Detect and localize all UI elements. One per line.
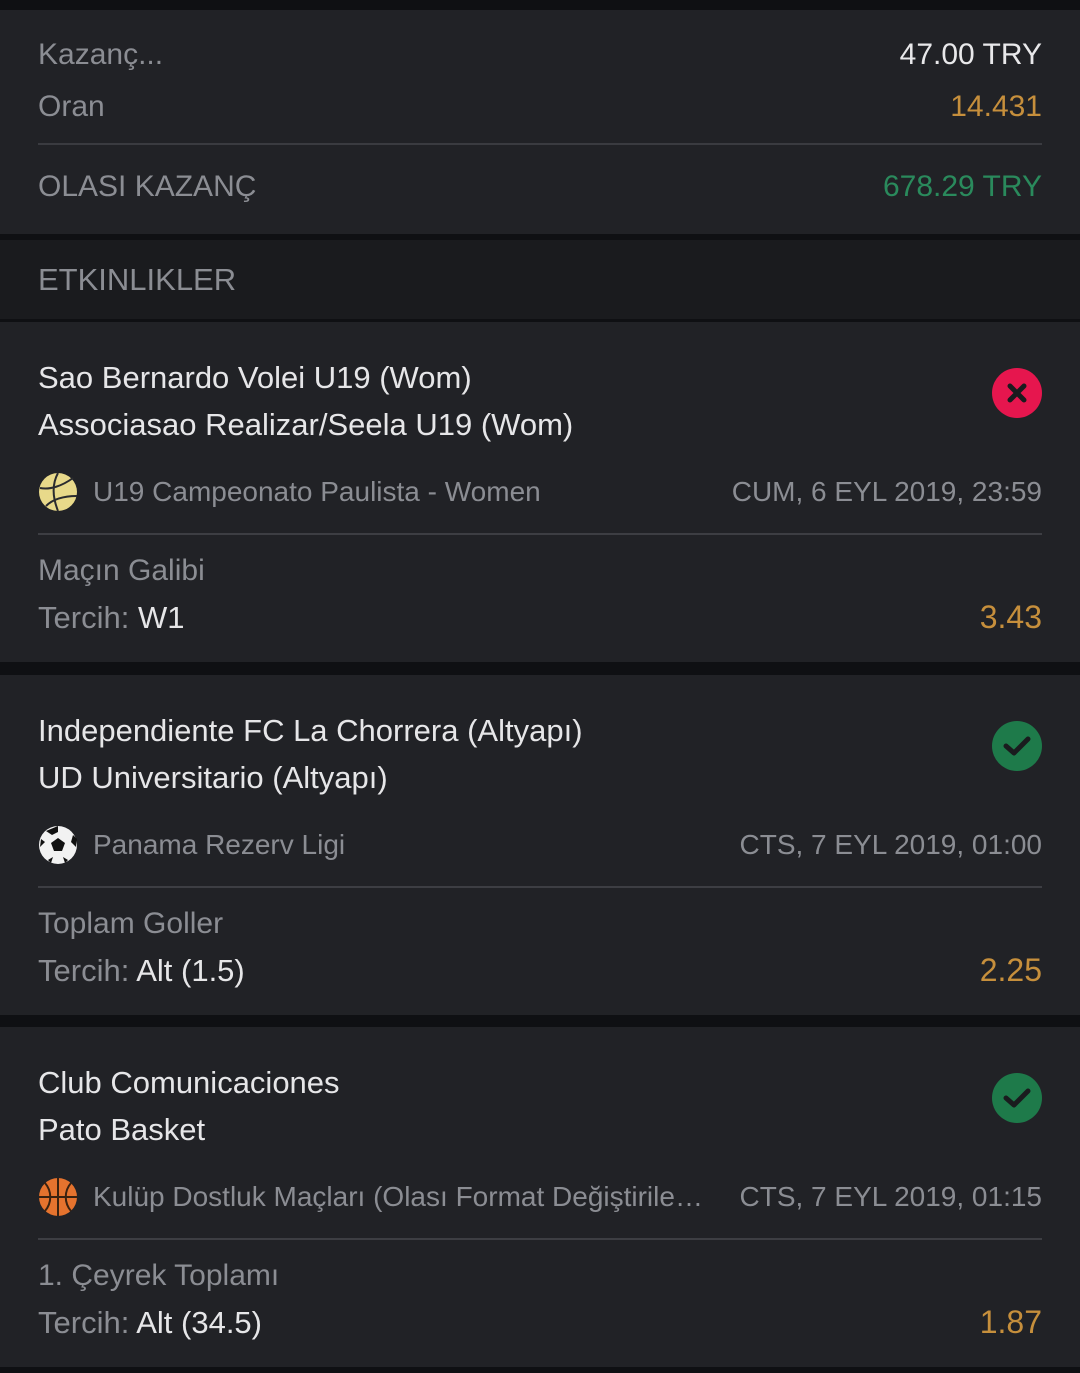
- total-odds-label: Oran: [38, 90, 105, 123]
- pick-row: Tercih: Alt (1.5) 2.25: [38, 952, 1042, 989]
- summary-divider: [38, 143, 1042, 145]
- pick-value: Alt (1.5): [136, 952, 245, 988]
- market-name: Maçın Galibi: [38, 554, 205, 587]
- team-home: Independiente FC La Chorrera (Altyapı): [38, 713, 583, 748]
- event-date: CTS, 7 EYL 2019, 01:15: [739, 1181, 1043, 1212]
- won-status-icon: [992, 1073, 1042, 1123]
- event-teams: Sao Bernardo Volei U19 (Wom) Associasao …: [38, 354, 573, 448]
- stake-row: Kazanç... 47.00 TRY: [38, 38, 1042, 72]
- stake-value: 47.00 TRY: [899, 38, 1042, 71]
- selection-odds: 1.87: [979, 1304, 1042, 1340]
- event-divider: [38, 886, 1042, 888]
- potential-win-row: OLASI KAZANÇ 678.29 TRY: [38, 170, 1042, 204]
- team-away: Associasao Realizar/Seela U19 (Wom): [38, 407, 574, 442]
- market-name: Toplam Goller: [38, 907, 224, 940]
- volleyball-icon: [39, 472, 78, 512]
- potential-win-label: OLASI KAZANÇ: [38, 170, 257, 203]
- pick-label: Tercih:: [38, 1304, 130, 1340]
- event-teams: Independiente FC La Chorrera (Altyapı) U…: [38, 707, 583, 801]
- event-meta: U19 Campeonato Paulista - Women CUM, 6 E…: [38, 470, 1042, 514]
- bet-summary: Kazanç... 47.00 TRY Oran 14.431 OLASI KA…: [0, 10, 1080, 234]
- event-date: CTS, 7 EYL 2019, 01:00: [739, 829, 1043, 860]
- lost-status-icon: [992, 368, 1042, 418]
- event-meta: Kulüp Dostluk Maçları (Olası Format Deği…: [38, 1175, 1042, 1219]
- pick-label: Tercih:: [38, 599, 130, 635]
- event-card[interactable]: Sao Bernardo Volei U19 (Wom) Associasao …: [0, 322, 1080, 662]
- pick-row: Tercih: Alt (34.5) 1.87: [38, 1304, 1042, 1341]
- potential-win-value: 678.29 TRY: [882, 170, 1042, 203]
- event-meta: Panama Rezerv Ligi CTS, 7 EYL 2019, 01:0…: [38, 823, 1042, 867]
- event-card[interactable]: Independiente FC La Chorrera (Altyapı) U…: [0, 675, 1080, 1015]
- market-name: 1. Çeyrek Toplamı: [38, 1259, 280, 1292]
- event-teams: Club Comunicaciones Pato Basket: [38, 1059, 340, 1153]
- selection-odds: 2.25: [979, 952, 1042, 988]
- pick-value: W1: [137, 599, 185, 635]
- pick-row: Tercih: W1 3.43: [38, 599, 1042, 636]
- odds-row: Oran 14.431: [38, 90, 1042, 124]
- league-name: Panama Rezerv Ligi: [93, 829, 346, 860]
- pick-value: Alt (34.5): [136, 1304, 262, 1340]
- event-divider: [38, 1238, 1042, 1240]
- won-status-icon: [992, 721, 1042, 771]
- basketball-icon: [39, 1178, 77, 1216]
- stake-label: Kazanç...: [38, 38, 164, 71]
- event-divider: [38, 533, 1042, 535]
- team-home: Club Comunicaciones: [38, 1065, 340, 1100]
- pick-label: Tercih:: [38, 952, 130, 988]
- selection-odds: 3.43: [979, 599, 1042, 635]
- total-odds-value: 14.431: [950, 90, 1042, 123]
- events-section-title: ETKINLIKLER: [38, 262, 237, 297]
- events-section-header: ETKINLIKLER: [0, 240, 1080, 319]
- team-home: Sao Bernardo Volei U19 (Wom): [38, 360, 472, 395]
- team-away: UD Universitario (Altyapı): [38, 760, 388, 795]
- event-date: CUM, 6 EYL 2019, 23:59: [731, 476, 1042, 507]
- league-name: Kulüp Dostluk Maçları (Olası Format Deği…: [93, 1181, 703, 1212]
- betslip-details: Kazanç... 47.00 TRY Oran 14.431 OLASI KA…: [0, 0, 1080, 1373]
- event-card[interactable]: Club Comunicaciones Pato Basket Kulüp Do…: [0, 1027, 1080, 1367]
- team-away: Pato Basket: [38, 1112, 206, 1147]
- league-name: U19 Campeonato Paulista - Women: [93, 476, 541, 507]
- soccer-ball-icon: [39, 826, 77, 864]
